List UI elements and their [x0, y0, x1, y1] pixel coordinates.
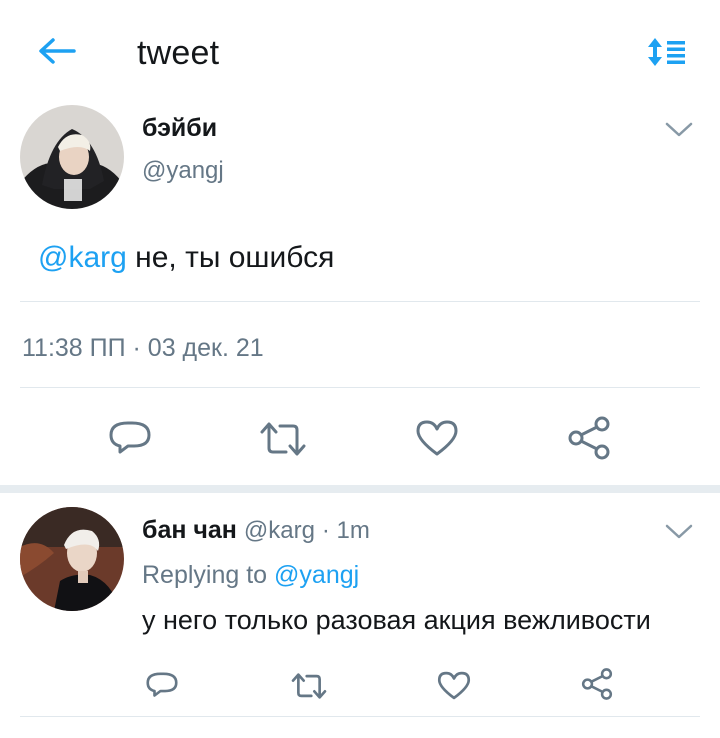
heart-icon [437, 671, 471, 700]
tweet-text: @karg не, ты ошибся [38, 241, 334, 275]
reply-like-button[interactable] [436, 670, 472, 701]
share-icon [568, 416, 610, 460]
arrow-left-icon [39, 38, 76, 64]
divider [20, 716, 700, 717]
replying-to-link[interactable]: @yangj [274, 561, 359, 589]
heart-icon [416, 420, 458, 456]
reply-text: у него только разовая акция вежливости [142, 605, 651, 635]
sort-timeline-icon [648, 38, 685, 66]
reply-share-button[interactable] [580, 668, 614, 700]
reply-username[interactable]: @karg [244, 517, 315, 544]
avatar-photo [20, 105, 124, 209]
divider [20, 387, 700, 388]
display-name[interactable]: бэйби [142, 114, 217, 143]
reply-display-name[interactable]: бан чан [142, 516, 237, 544]
tweet-body: не, ты ошибся [135, 241, 335, 274]
mention-link[interactable]: @karg [38, 241, 127, 274]
chevron-down-icon [665, 524, 693, 539]
tweet-timestamp: 11:38 ПП · 03 дек. 21 [22, 334, 264, 362]
chevron-down-icon [665, 122, 693, 137]
reply-button[interactable] [106, 418, 154, 458]
retweet-button[interactable] [258, 420, 308, 458]
page-title: tweet [137, 34, 220, 72]
tweet-menu-button[interactable] [664, 120, 694, 140]
sort-button[interactable] [645, 36, 689, 68]
section-divider [0, 485, 720, 493]
share-icon [581, 668, 613, 700]
avatar-photo [20, 507, 124, 611]
reply-icon [146, 672, 178, 697]
divider [20, 301, 700, 302]
replying-to-label: Replying to [142, 561, 268, 589]
reply-retweet-button[interactable] [290, 671, 328, 701]
username[interactable]: @yangj [142, 157, 224, 185]
reply-header: бан чан @karg · 1m [142, 516, 370, 545]
like-button[interactable] [414, 418, 460, 458]
reply-avatar[interactable] [20, 507, 124, 611]
reply-time: · 1m [321, 517, 370, 544]
share-button[interactable] [566, 416, 612, 460]
retweet-icon [260, 422, 306, 456]
back-button[interactable] [34, 34, 78, 68]
reply-menu-button[interactable] [664, 522, 694, 542]
avatar[interactable] [20, 105, 124, 209]
reply-icon [109, 421, 151, 454]
replying-to: Replying to @yangj [142, 561, 359, 590]
retweet-icon [291, 673, 327, 699]
reply-reply-button[interactable] [144, 670, 180, 700]
